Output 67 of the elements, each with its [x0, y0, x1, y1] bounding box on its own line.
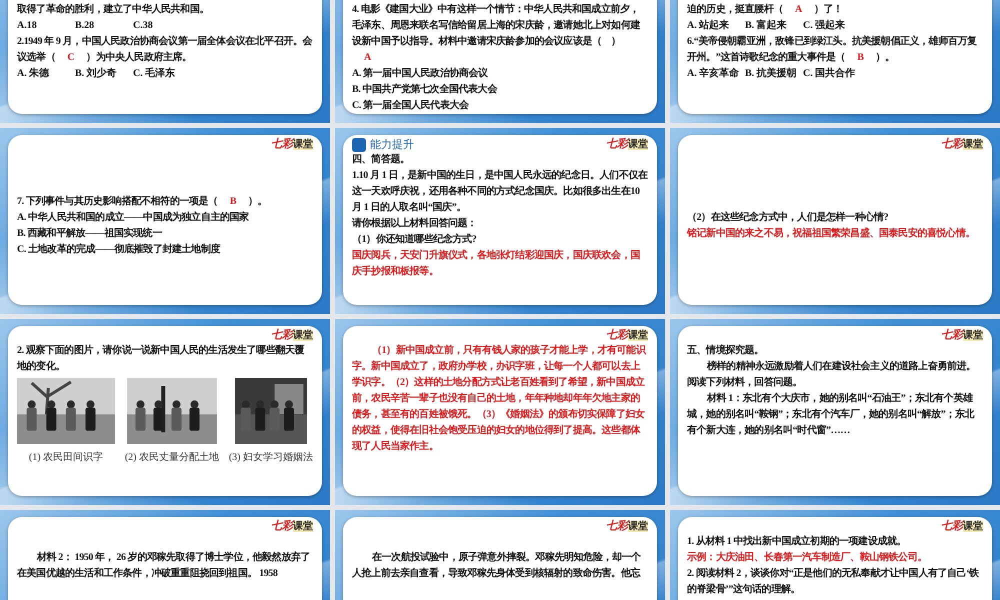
question-text: 6.“美帝侵朝霸亚洲，敌锋已到绿江头。抗美援朝倡正义，雄师百万复开州。”这首诗歌纪念的重大事件是（ B ）。 [687, 34, 978, 65]
question-text: 取得了革命的胜利，建立了中华人民共和国。 [17, 2, 210, 17]
slide-thumbnail[interactable]: 七彩课堂 1. 从材料 1 中找出新中国成立初期的一项建设成就。 示例：大庆油田、长春第一汽车制造厂、鞍山钢铁公司。 2. 阅读材料 2，谈谈你对“正是他们的无私奉献才让中国人有了自己‘铁的脊梁骨’”这句话的理解。 [670, 510, 1000, 600]
photo-caption: (3) 妇女学习婚姻法 [228, 450, 313, 464]
question-text: 在一次航投试验中，原子弹意外摔裂。邓稼先明知危险，却一个人抢上前去亲自查看，导致邓稼先身体受到核辐射的致命伤害。他忘 [352, 550, 642, 581]
question-text: 4. 电影《建国大业》中有这样一个情节：中华人民共和国成立前夕，毛泽东、周恩来联名写信给留居上海的宋庆龄，邀请她北上对如何建设新中国予以指导。材料中邀请宋庆龄参加的会议应该是（ ） A [352, 2, 642, 65]
slide-thumbnail[interactable]: 七彩课堂 （2）在这些纪念方式中，人们是怎样一种心情? 铭记新中国的来之不易，祝福祖国繁荣昌盛、国泰民安的喜悦心情。 [670, 128, 1000, 314]
answer-text: 铭记新中国的来之不易，祝福祖国繁荣昌盛、国泰民安的喜悦心情。 [687, 226, 976, 240]
answer-option: A.18 [17, 18, 75, 34]
answer-option: B. 刘少奇 [75, 66, 133, 82]
question-text: 1.10 月 1 日，是新中国的生日，是中国人民永远的纪念日。人们不仅在这一天欢呼庆祝，还用各种不同的方式纪念国庆。比如很多出生在10 月 1 日的人取名叫“国庆”。 [352, 168, 648, 215]
slide-thumbnail[interactable]: 七彩课堂 在一次航投试验中，原子弹意外摔裂。邓稼先明知危险，却一个人抢上前去亲自查看，导致邓稼先身体受到核辐射的致命伤害。他忘 [335, 510, 665, 600]
answer-option: B. 富起来 [745, 18, 803, 34]
section-heading: 能力提升 [370, 138, 414, 152]
slide-thumbnail[interactable]: 七彩课堂 （1）新中国成立前，只有有钱人家的孩子才能上学，才有可能识字。新中国成立了，政府办学校，办识字班，让每一个人都可以去上学识字。（2）这样的土地分配方式让老百姓看到了希望，新中国成立前，农民辛苦一辈子也没有自己的土地，年年种地却年年欠地主家的债务，甚至有的百姓被饿死。（3）《婚姻法》的颁布切实保障了妇女的权益，使得在旧社会饱受压迫的妇女的地位得到了提高。这些都体现了人民当家作主。 [335, 319, 665, 505]
answer-option: C. 毛泽东 [133, 66, 191, 82]
answer-option: C.38 [133, 18, 191, 34]
question-text: C. 第一届全国人民代表大会 [352, 98, 470, 113]
answer-option: C. 国共合作 [803, 66, 861, 82]
question-text: 榜样的精神永远激励着人们在建设社会主义的道路上奋勇前进。阅读下列材料，回答问题。 [687, 359, 977, 390]
answer-option: A. 站起来 [687, 18, 745, 34]
question-text: 1. 从材料 1 中找出新中国成立初期的一项建设成就。 [687, 534, 908, 549]
logo: 七彩课堂 [271, 519, 313, 534]
question-text: 7. 下列事件与其历史影响搭配不相符的一项是（ B ）。 [17, 194, 268, 208]
question-text: 材料 2： 1950 年， 26 岁的邓稼先取得了博士学位，他毅然放弃了在美国优越的生活和工作条件，冲破重重阻挠回到祖国。 1958 [17, 550, 312, 581]
photo-caption: (2) 农民丈量分配土地 [124, 450, 219, 464]
logo: 七彩课堂 [606, 328, 648, 343]
question-text: A. 中华人民共和国的成立——中国成为独立自主的国家 [17, 210, 250, 224]
answer-option: A. 辛亥革命 [687, 66, 745, 82]
answer-text: 示例：大庆油田、长春第一汽车制造厂、鞍山钢铁公司。 [687, 550, 928, 565]
question-text: A. 第一届中国人民政治协商会议 [352, 66, 489, 81]
question-text: B. 西藏和平解放——祖国实现统一 [17, 226, 164, 240]
slide-thumbnail[interactable]: 4. 电影《建国大业》中有这样一个情节：中华人民共和国成立前夕，毛泽东、周恩来联名写信给留居上海的宋庆龄，邀请她北上对如何建设新中国予以指导。材料中邀请宋庆龄参加的会议应该是（ ） A A. 第一届中国人民政治协商会议 B. 中国共产党第七次全国代表大会 C. 第一届全国人民代表大会 [335, 0, 665, 123]
logo: 七彩课堂 [941, 137, 983, 152]
question-text: 2. 阅读材料 2，谈谈你对“正是他们的无私奉献才让中国人有了自己‘铁的脊梁骨’”这句话的理解。 [687, 566, 980, 597]
answer-option: A. 朱德 [17, 66, 75, 82]
slide-thumbnail[interactable]: 能力提升 七彩课堂 四、简答题。 1.10 月 1 日，是新中国的生日，是中国人民永远的纪念日。人们不仅在这一天欢呼庆祝，还用各种不同的方式纪念国庆。比如很多出生在10 月 1 日的人取名叫“国庆”。 请你根据以上材料回答问题： （1）你还知道哪些纪念方式? 国庆阅兵，天安门升旗仪式，各地张灯结彩迎国庆，国庆联欢会，国庆手抄报和板报等。 [335, 128, 665, 314]
logo: 七彩课堂 [271, 328, 313, 343]
question-text: 材料 1：东北有个大庆市，她的别名叫“石油王”；东北有个英雄城，她的别名叫“鞍钢”；东北有个汽车厂，她的别名叫“解放”；东北有个新大连，她的别名叫“时代窗”…… [687, 391, 976, 438]
question-text: 五、情境探究题。 [687, 343, 765, 358]
question-text: （1）你还知道哪些纪念方式? [352, 232, 478, 247]
slide-thumbnail[interactable]: 取得了革命的胜利，建立了中华人民共和国。 A.18 B.28 C.38 2.1949 年 9 月，中国人民政治协商会议第一届全体会议在北平召开。会议选举（ C ）为中央人民政府主席。 A. 朱德 B. 刘少奇 C. 毛泽东 [0, 0, 330, 123]
question-text: 2.1949 年 9 月，中国人民政治协商会议第一届全体会议在北平召开。会议选举（ C ）为中央人民政府主席。 [17, 34, 313, 65]
heading-marker-icon [352, 138, 366, 152]
answer-option: B.28 [75, 18, 133, 34]
question-text: 2. 观察下面的图片，请你说一说新中国人民的生活发生了哪些翻天覆地的变化。 [17, 343, 306, 374]
logo: 七彩课堂 [606, 519, 648, 534]
logo: 七彩课堂 [606, 137, 648, 152]
question-text: 四、简答题。 [352, 152, 411, 167]
slide-thumbnail[interactable]: 七彩课堂 五、情境探究题。 榜样的精神永远激励着人们在建设社会主义的道路上奋勇前进。阅读下列材料，回答问题。 材料 1：东北有个大庆市，她的别名叫“石油王”；东北有个英雄城，她的别名叫“鞍钢”；东北有个汽车厂，她的别名叫“解放”；东北有个新大连，她的别名叫“时代窗”…… [670, 319, 1000, 505]
logo: 七彩课堂 [941, 328, 983, 343]
photo-caption: (1) 农民田间识字 [28, 450, 104, 464]
answer-option: B. 抗美援朝 [745, 66, 803, 82]
question-text: （2）在这些纪念方式中，人们是怎样一种心情? [687, 210, 890, 224]
logo: 七彩课堂 [271, 137, 313, 152]
answer-text: 国庆阅兵，天安门升旗仪式，各地张灯结彩迎国庆，国庆联欢会，国庆手抄报和板报等。 [352, 248, 642, 279]
logo: 七彩课堂 [941, 519, 983, 534]
answer-option: C. 强起来 [803, 18, 861, 34]
answer-text: （1）新中国成立前，只有有钱人家的孩子才能上学，才有可能识字。新中国成立了，政府办学校，办识字班，让每一个人都可以去上学识字。（2）这样的土地分配方式让老百姓看到了希望，新中国成立前，农民辛苦一辈子也没有自己的土地，年年种地却年年欠地主家的债务，甚至有的百姓被饿死。（3）《婚姻法》的颁布切实保障了妇女的权益，使得在旧社会饱受压迫的妇女的地位得到了提高。这些都体现了人民当家作主。 [352, 343, 648, 454]
slide-thumbnail[interactable]: 七彩课堂 2. 观察下面的图片，请你说一说新中国人民的生活发生了哪些翻天覆地的变化。 (1) 农民田间识字 (2) 农民丈量分配土地 (3) 妇女学习婚姻法 [0, 319, 330, 505]
slide-thumbnail[interactable]: 迫的历史，挺直腰杆（ A ）了！ A. 站起来 B. 富起来 C. 强起来 6.“美帝侵朝霸亚洲，敌锋已到绿江头。抗美援朝倡正义，雄师百万复开州。”这首诗歌纪念的重大事件是（ B ）。 A. 辛亥革命 B. 抗美援朝 C. 国共合作 [670, 0, 1000, 123]
question-text: B. 中国共产党第七次全国代表大会 [352, 82, 498, 97]
slide-thumbnail[interactable]: 七彩课堂 7. 下列事件与其历史影响搭配不相符的一项是（ B ）。 A. 中华人民共和国的成立——中国成为独立自主的国家 B. 西藏和平解放——祖国实现统一 C. 土地改革的完成——彻底摧毁了封建土地制度 [0, 128, 330, 314]
slide-thumbnail[interactable]: 七彩课堂 材料 2： 1950 年， 26 岁的邓稼先取得了博士学位，他毅然放弃了在美国优越的生活和工作条件，冲破重重阻挠回到祖国。 1958 [0, 510, 330, 600]
question-text: C. 土地改革的完成——彻底摧毁了封建土地制度 [17, 242, 222, 256]
question-text: 请你根据以上材料回答问题： [352, 216, 478, 231]
question-text: 迫的历史，挺直腰杆（ A ）了！ [687, 2, 844, 17]
